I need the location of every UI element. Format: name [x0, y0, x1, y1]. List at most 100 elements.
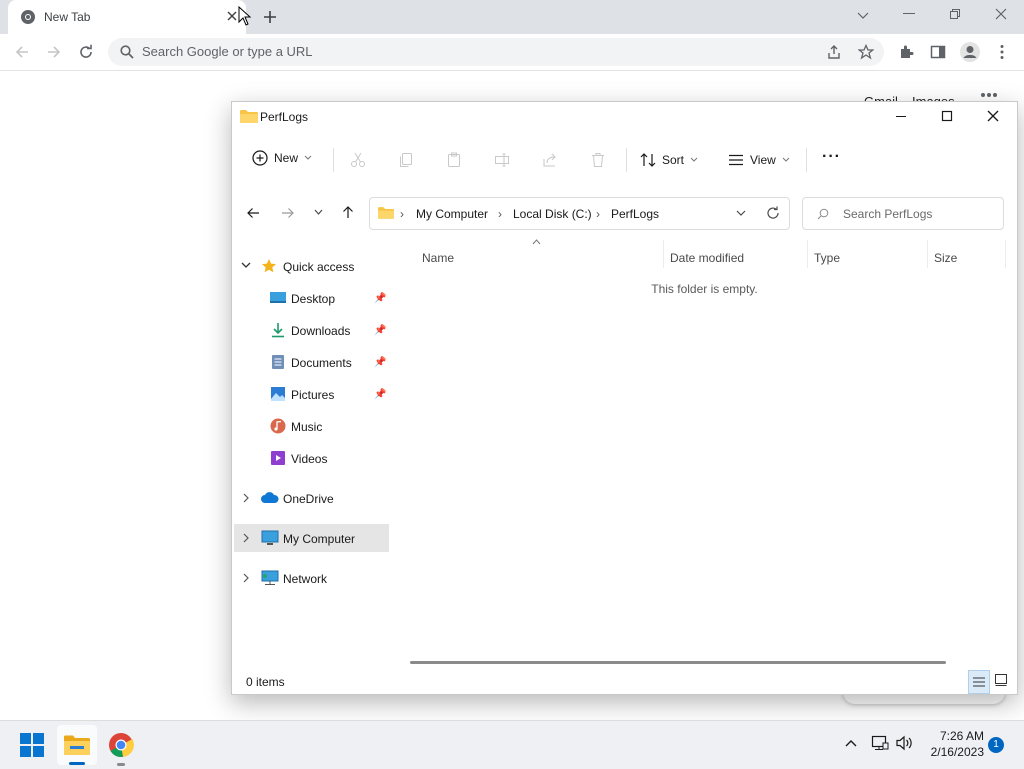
- column-header-type[interactable]: Type: [814, 247, 924, 269]
- mouse-cursor-icon: [238, 6, 252, 26]
- address-history-chevron-icon[interactable]: [736, 210, 746, 217]
- expand-chevron-right-icon[interactable]: [243, 533, 250, 543]
- breadcrumb-perflogs[interactable]: PerfLogs: [611, 207, 659, 221]
- up-arrow-icon[interactable]: [341, 205, 355, 219]
- notification-badge[interactable]: 1: [988, 737, 1004, 753]
- taskbar: 7:26 AM 2/16/2023 1: [0, 720, 1024, 769]
- address-bar[interactable]: › My Computer › Local Disk (C:) › PerfLo…: [369, 197, 790, 230]
- pin-icon: 📌: [374, 293, 387, 304]
- maximize-icon[interactable]: [941, 110, 953, 122]
- column-divider[interactable]: [663, 240, 664, 268]
- omnibox[interactable]: Search Google or type a URL: [108, 38, 884, 66]
- recent-locations-icon[interactable]: [314, 209, 323, 216]
- nav-item-music[interactable]: Music: [232, 412, 387, 440]
- active-app-indicator: [69, 762, 85, 765]
- chrome-restore-icon[interactable]: [949, 8, 961, 20]
- expand-chevron-right-icon[interactable]: [243, 493, 250, 503]
- chrome-minimize-icon[interactable]: [903, 13, 915, 15]
- search-icon: [120, 45, 134, 59]
- forward-icon[interactable]: [46, 44, 62, 60]
- close-icon[interactable]: [987, 110, 999, 122]
- bookmark-star-icon[interactable]: [858, 44, 874, 60]
- back-arrow-icon[interactable]: [246, 206, 260, 220]
- see-more-button[interactable]: ···: [822, 148, 841, 166]
- tab-close-icon[interactable]: [226, 10, 238, 22]
- view-button[interactable]: View: [728, 152, 790, 168]
- column-label: Date modified: [670, 251, 745, 265]
- nav-onedrive[interactable]: OneDrive: [232, 484, 387, 512]
- window-title: PerfLogs: [260, 110, 309, 124]
- nav-item-documents[interactable]: Documents 📌: [232, 348, 387, 376]
- profile-avatar-icon[interactable]: [959, 41, 981, 63]
- back-icon[interactable]: [14, 44, 30, 60]
- delete-icon[interactable]: [590, 152, 606, 168]
- chrome-close-icon[interactable]: [995, 8, 1007, 20]
- share-icon[interactable]: [826, 44, 842, 60]
- breadcrumb-local-disk[interactable]: Local Disk (C:): [513, 207, 592, 221]
- nav-label: Network: [283, 572, 328, 586]
- details-view-icon: [973, 676, 985, 688]
- column-header-size[interactable]: Size: [934, 247, 1004, 269]
- new-tab-icon[interactable]: [262, 9, 278, 25]
- column-label: Type: [814, 251, 841, 265]
- new-button[interactable]: New: [252, 150, 312, 166]
- nav-label: OneDrive: [283, 492, 334, 506]
- extensions-puzzle-icon[interactable]: [898, 44, 914, 60]
- breadcrumb-chevron-icon: ›: [400, 207, 404, 221]
- network-status-icon[interactable]: [871, 735, 889, 751]
- nav-item-desktop[interactable]: Desktop 📌: [232, 284, 387, 312]
- sort-label: Sort: [662, 153, 685, 167]
- volume-icon[interactable]: [896, 735, 914, 751]
- column-divider[interactable]: [927, 240, 928, 268]
- column-divider[interactable]: [1005, 240, 1006, 268]
- forward-arrow-icon[interactable]: [281, 206, 295, 220]
- downloads-icon: [270, 322, 286, 338]
- breadcrumb-my-computer[interactable]: My Computer: [416, 207, 488, 221]
- chrome-menu-icon[interactable]: [999, 44, 1005, 60]
- minimize-icon[interactable]: [895, 110, 907, 122]
- taskbar-file-explorer[interactable]: [57, 725, 97, 765]
- nav-item-downloads[interactable]: Downloads 📌: [232, 316, 387, 344]
- nav-item-pictures[interactable]: Pictures 📌: [232, 380, 387, 408]
- thumbnail-view-icon[interactable]: [994, 673, 1008, 687]
- desktop-icon: [270, 292, 286, 305]
- taskbar-chrome-icon[interactable]: [108, 732, 134, 766]
- start-windows-icon[interactable]: [20, 733, 44, 757]
- column-header-date-modified[interactable]: Date modified: [670, 247, 800, 269]
- sort-button[interactable]: Sort: [640, 152, 698, 168]
- cut-icon[interactable]: [350, 152, 366, 168]
- star-icon: [261, 258, 277, 274]
- column-divider[interactable]: [807, 240, 808, 268]
- copy-icon[interactable]: [398, 152, 414, 168]
- chrome-tab[interactable]: New Tab: [8, 0, 246, 34]
- paste-icon[interactable]: [446, 152, 462, 168]
- details-view-button[interactable]: [968, 670, 990, 694]
- nav-quick-access[interactable]: Quick access: [232, 252, 387, 280]
- clock-date: 2/16/2023: [930, 745, 984, 759]
- expand-chevron-right-icon[interactable]: [243, 573, 250, 583]
- side-panel-icon[interactable]: [930, 44, 946, 60]
- search-box[interactable]: Search PerfLogs: [802, 197, 1004, 230]
- tab-search-icon[interactable]: [857, 9, 869, 21]
- breadcrumb-chevron-icon: ›: [498, 207, 502, 221]
- nav-label: My Computer: [283, 532, 356, 546]
- refresh-icon[interactable]: [766, 206, 780, 220]
- expand-chevron-down-icon[interactable]: [241, 262, 251, 269]
- column-header-name[interactable]: Name: [422, 247, 662, 269]
- share-icon[interactable]: [542, 152, 558, 168]
- pin-icon: 📌: [374, 389, 387, 400]
- horizontal-scrollbar[interactable]: [410, 661, 946, 664]
- nav-label: Downloads: [291, 324, 351, 338]
- nav-network[interactable]: Network: [232, 564, 387, 592]
- reload-icon[interactable]: [78, 44, 94, 60]
- rename-icon[interactable]: [494, 152, 510, 168]
- sort-chevron-icon: [690, 157, 698, 163]
- file-explorer-icon: [64, 735, 90, 755]
- nav-my-computer[interactable]: My Computer: [234, 524, 389, 552]
- clock-time: 7:26 AM: [939, 729, 984, 743]
- clock[interactable]: 7:26 AM 2/16/2023: [924, 729, 984, 759]
- nav-label: Pictures: [291, 388, 335, 402]
- nav-item-videos[interactable]: Videos: [232, 444, 387, 472]
- show-hidden-icons-chevron-icon[interactable]: [845, 739, 857, 747]
- nav-label: Quick access: [283, 260, 355, 274]
